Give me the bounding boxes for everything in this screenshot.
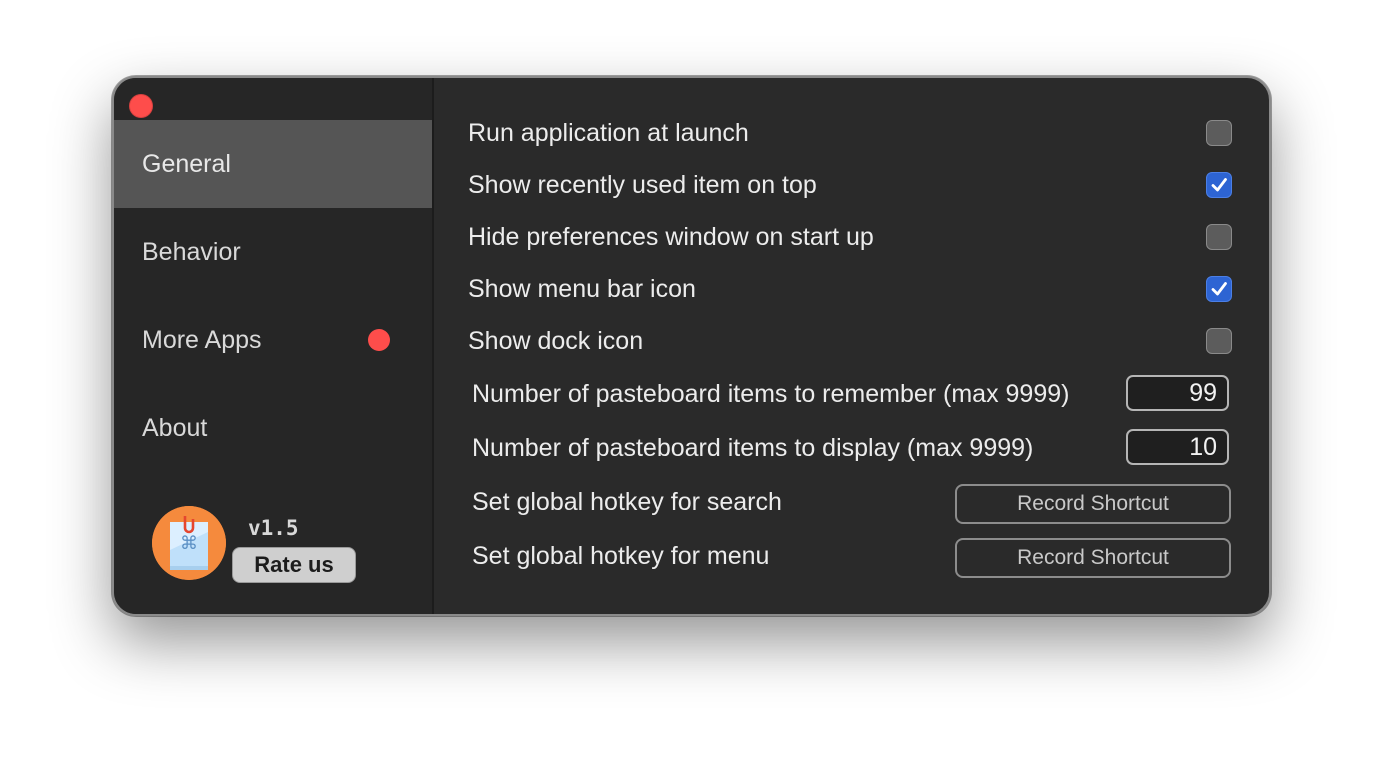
sidebar-item-label: More Apps	[142, 326, 262, 354]
record-search-shortcut-button[interactable]: Record Shortcut	[955, 484, 1231, 524]
checkmark-icon	[1211, 178, 1227, 192]
hide-prefs-label: Hide preferences window on start up	[468, 223, 874, 251]
menu-bar-icon-label: Show menu bar icon	[468, 275, 696, 303]
sidebar: General Behavior More Apps About ⌘ v1.5 …	[114, 78, 434, 614]
dock-icon-checkbox[interactable]	[1206, 328, 1232, 354]
remember-count-label: Number of pasteboard items to remember (…	[472, 380, 1070, 408]
checkmark-icon	[1211, 282, 1227, 296]
dock-icon-label: Show dock icon	[468, 327, 644, 355]
menu-hotkey-label: Set global hotkey for menu	[472, 542, 770, 570]
svg-text:⌘: ⌘	[180, 533, 198, 554]
sidebar-item-label: General	[142, 150, 231, 178]
search-hotkey-label: Set global hotkey for search	[472, 488, 782, 516]
display-count-field[interactable]: 10	[1126, 429, 1229, 465]
version-label: v1.5	[248, 516, 299, 540]
remember-count-field[interactable]: 99	[1126, 375, 1229, 411]
general-settings-panel: Run application at launch Show recently …	[434, 78, 1269, 614]
launch-at-login-checkbox[interactable]	[1206, 120, 1232, 146]
menu-bar-icon-checkbox[interactable]	[1206, 276, 1232, 302]
notification-dot	[368, 329, 390, 351]
recent-on-top-checkbox[interactable]	[1206, 172, 1232, 198]
sidebar-item-general[interactable]: General	[114, 120, 432, 208]
close-button[interactable]	[129, 94, 153, 118]
sidebar-item-label: Behavior	[142, 238, 241, 266]
launch-at-login-label: Run application at launch	[468, 119, 749, 147]
sidebar-item-label: About	[142, 414, 208, 442]
sidebar-item-more-apps[interactable]: More Apps	[114, 296, 432, 384]
preferences-window: General Behavior More Apps About ⌘ v1.5 …	[112, 76, 1271, 616]
app-icon: ⌘	[152, 506, 226, 580]
hide-prefs-checkbox[interactable]	[1206, 224, 1232, 250]
display-count-label: Number of pasteboard items to display (m…	[472, 434, 1034, 462]
sidebar-item-about[interactable]: About	[114, 384, 432, 472]
record-menu-shortcut-button[interactable]: Record Shortcut	[955, 538, 1231, 578]
rate-us-button[interactable]: Rate us	[232, 547, 356, 583]
sidebar-item-behavior[interactable]: Behavior	[114, 208, 432, 296]
recent-on-top-label: Show recently used item on top	[468, 171, 817, 199]
